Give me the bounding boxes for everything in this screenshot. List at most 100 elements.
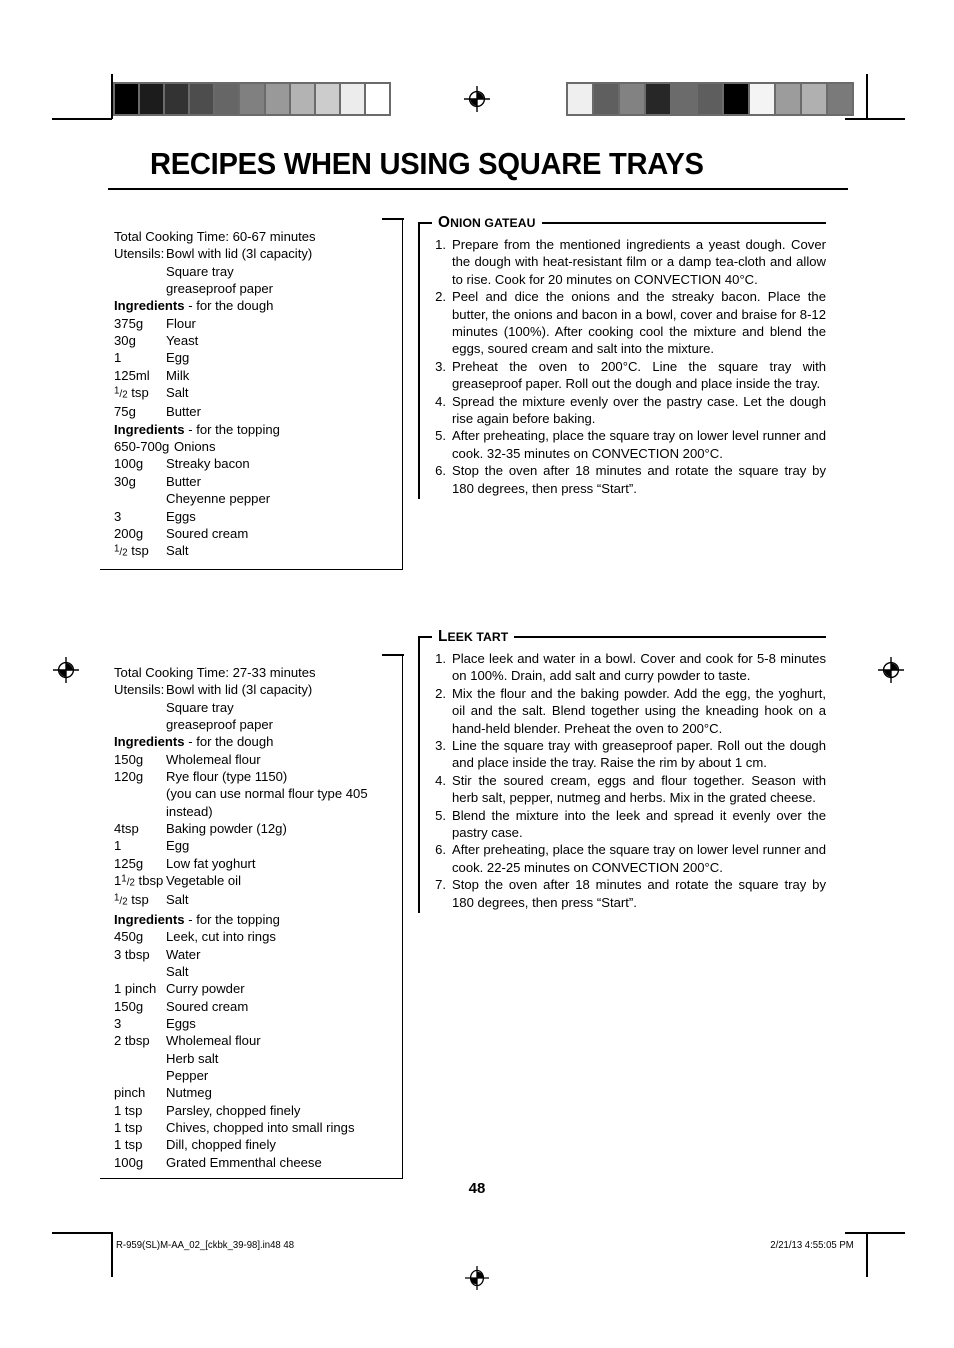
ingredient-name: Salt (166, 892, 189, 908)
ingredient-row: 1 tsp Chives, chopped into small rings (100, 1119, 394, 1136)
ingredient-name: Rye flour (type 1150) (166, 769, 288, 785)
color-swatch (620, 84, 646, 114)
ingredient-name: (you can use normal flour type 405 (166, 786, 368, 802)
ingredient-qty: 650-700g (114, 439, 170, 455)
utensil-row: greaseproof paper (100, 716, 394, 733)
color-swatch (594, 84, 620, 114)
color-swatch (165, 84, 191, 114)
utensils-label (100, 699, 166, 716)
ingredients-section-heading: Ingredients - for the dough (114, 734, 274, 750)
recipe-step: 5. After preheating, place the square tra… (432, 427, 826, 462)
recipe-leek-tart: LEEK TART 1. Place leek and water in a bo… (418, 627, 826, 913)
ingredient-row: Pepper (100, 1067, 394, 1084)
color-swatch (240, 84, 266, 114)
crop-mark-bottom-left (52, 1232, 112, 1234)
utensil-name: greaseproof paper (166, 281, 274, 297)
ingredient-qty: 100g (114, 1154, 144, 1170)
ingredient-row: 1 pinch Curry powder (100, 980, 394, 997)
recipe-step: 2. Peel and dice the onions and the strea… (432, 288, 826, 358)
color-swatch (215, 84, 241, 114)
heading-rule (514, 636, 826, 638)
ingredient-qty: 1 tsp (114, 1119, 143, 1135)
recipe-title: LEEK TART (438, 628, 509, 645)
cooking-time-text: Total Cooking Time: 27-33 minutes (114, 665, 316, 680)
ingredient-qty: 150g (114, 751, 144, 767)
step-text: Mix the flour and the baking powder. Add… (452, 685, 826, 736)
ingredient-row: 1/2 tsp Salt (100, 542, 394, 561)
recipe-heading-leek-tart: LEEK TART (418, 627, 826, 647)
color-swatch (776, 84, 802, 114)
ingredient-name: Eggs (166, 508, 196, 524)
page-number: 48 (468, 1180, 486, 1197)
ingredient-name: Curry powder (166, 981, 245, 997)
color-swatch (190, 84, 216, 114)
utensil-row: Utensils: Bowl with lid (3l capacity) (100, 245, 394, 262)
ingredient-row: instead) (100, 803, 394, 820)
ingredient-qty (100, 963, 166, 980)
ingredients-section-heading: Ingredients - for the dough (114, 298, 274, 314)
ingredient-row: Cheyenne pepper (100, 490, 394, 507)
cooking-time-row: Total Cooking Time: 27-33 minutes (100, 664, 394, 681)
ingredient-qty (100, 803, 166, 820)
ingredient-name: Onions (174, 439, 216, 455)
recipe-bracket (418, 637, 420, 913)
ingredient-name: Nutmeg (166, 1085, 212, 1101)
recipe-step: 2. Mix the flour and the baking powder. A… (432, 685, 826, 737)
ingredient-name: Butter (166, 404, 201, 420)
ingredient-row: 30g Yeast (100, 332, 394, 349)
ingredient-name: Wholemeal flour (166, 751, 261, 767)
ingredient-qty: 1 tsp (114, 1137, 143, 1153)
step-text: Peel and dice the onions and the streaky… (452, 289, 826, 357)
step-text: After preheating, place the square tray … (452, 842, 826, 875)
recipe-steps-onion-gateau: 1. Prepare from the mentioned ingredients… (432, 236, 826, 497)
recipe-step: 3. Preheat the oven to 200°C. Line the sq… (432, 358, 826, 393)
crop-mark-bottom-right-vertical (866, 1232, 868, 1277)
ingredient-name: Eggs (166, 1015, 196, 1031)
ingredient-row: 120g Rye flour (type 1150) (100, 768, 394, 785)
ingredient-qty: 4tsp (114, 821, 139, 837)
color-swatch (315, 84, 341, 114)
ingredient-name: Streaky bacon (166, 456, 250, 472)
ingredient-qty: 75g (114, 404, 136, 420)
ingredient-qty: 30g (114, 333, 136, 349)
color-swatch (568, 84, 594, 114)
ingredient-name: Salt (166, 963, 189, 979)
utensil-name: Bowl with lid (3l capacity) (166, 682, 313, 698)
grayscale-step-wedge-left (113, 82, 391, 116)
ingredient-name: Grated Emmenthal cheese (166, 1154, 322, 1170)
step-number: 2. (435, 685, 446, 701)
ingredient-qty: 375g (114, 315, 144, 331)
ingredient-qty: 120g (114, 769, 144, 785)
ingredient-name: Chives, chopped into small rings (166, 1119, 355, 1135)
ingredient-qty: pinch (114, 1085, 146, 1101)
title-divider (108, 187, 848, 190)
ingredient-row: Herb salt (100, 1050, 394, 1067)
grayscale-step-wedge-right (566, 82, 854, 116)
ingredient-qty: 125ml (114, 367, 150, 383)
heading-stub (418, 636, 432, 638)
cooking-time-row: Total Cooking Time: 60-67 minutes (100, 228, 394, 245)
step-number: 6. (435, 463, 446, 479)
ingredient-qty: 450g (114, 929, 144, 945)
recipe-steps-leek-tart: 1. Place leek and water in a bowl. Cover … (432, 650, 826, 911)
color-swatch (365, 84, 390, 114)
ingredient-row: 1 tsp Dill, chopped finely (100, 1136, 394, 1153)
ingredient-qty: 1 pinch (114, 981, 157, 997)
ingredient-row: 375g Flour (100, 315, 394, 332)
ingredient-name: Herb salt (166, 1050, 219, 1066)
ingredient-row: 125ml Milk (100, 367, 394, 384)
step-number: 7. (435, 877, 446, 893)
ingredient-name: Dill, chopped finely (166, 1137, 276, 1153)
heading-stub (418, 222, 432, 224)
ingredients-section-heading: Ingredients - for the topping (114, 911, 280, 927)
utensil-name: Bowl with lid (3l capacity) (166, 246, 313, 262)
ingredient-name: Salt (166, 543, 189, 559)
footer-file-name: R-959(SL)M-AA_02_[ckbk_39-98].in48 48 (116, 1240, 295, 1251)
ingredient-row: 3 Eggs (100, 1015, 394, 1032)
color-swatch (290, 84, 316, 114)
ingredient-row: 3 Eggs (100, 508, 394, 525)
step-text: Spread the mixture evenly over the pastr… (452, 393, 826, 427)
ingredient-name: Parsley, chopped finely (166, 1102, 301, 1118)
recipe-step: 7. Stop the oven after 18 minutes and rot… (432, 876, 826, 911)
utensil-name: Square tray (166, 263, 234, 279)
